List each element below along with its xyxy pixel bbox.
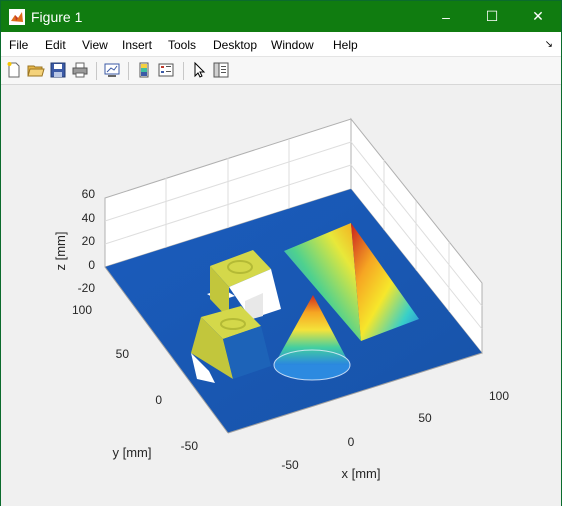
menu-insert[interactable]: Insert [122,38,152,52]
y-tick-label: 0 [155,393,162,407]
z-axis: 60 40 20 0 -20 z [mm] [53,187,95,295]
minimize-button[interactable]: – [423,1,469,32]
matlab-logo-icon [9,9,25,25]
edit-plot-icon[interactable] [190,61,208,79]
print-icon[interactable] [71,61,89,79]
toolbar-separator [96,62,97,80]
z-axis-label: z [mm] [53,232,68,271]
x-tick-label: 50 [418,411,432,425]
insert-legend-icon[interactable] [157,61,175,79]
y-tick-label: -50 [181,439,199,453]
x-axis-label: x [mm] [342,466,381,481]
insert-colorbar-icon[interactable] [135,61,153,79]
toolbar-separator [128,62,129,80]
toolbar [1,57,561,85]
link-plot-icon[interactable] [103,61,121,79]
x-tick-label: 0 [348,435,355,449]
maximize-icon: ☐ [485,8,499,24]
x-tick-label: -50 [281,458,299,472]
plot-area: 60 40 20 0 -20 z [mm] 100 50 0 -50 y [mm… [1,86,561,506]
maximize-button[interactable]: ☐ [469,1,515,32]
toolbar-separator [183,62,184,80]
x-tick-label: 100 [489,389,509,403]
z-tick-label: -20 [78,281,96,295]
menu-bar: File Edit View Insert Tools Desktop Wind… [1,32,561,57]
close-button[interactable]: ✕ [515,1,561,32]
new-figure-icon[interactable] [5,61,23,79]
menu-tools[interactable]: Tools [168,38,196,52]
property-inspector-icon[interactable] [212,61,230,79]
save-icon[interactable] [49,61,67,79]
z-tick-label: 60 [82,187,96,201]
menu-help[interactable]: Help [333,38,358,52]
menu-window[interactable]: Window [271,38,314,52]
figure-window: Figure 1 – ☐ ✕ File Edit View Insert Too… [0,0,562,506]
menu-overflow-icon[interactable]: ↘ [545,39,553,50]
y-axis-label: y [mm] [113,445,152,460]
window-title: Figure 1 [31,9,83,25]
menu-desktop[interactable]: Desktop [213,38,257,52]
minimize-icon: – [442,8,450,25]
z-tick-label: 40 [82,211,96,225]
menu-view[interactable]: View [82,38,108,52]
close-icon: ✕ [532,8,544,24]
menu-edit[interactable]: Edit [45,38,66,52]
menu-file[interactable]: File [9,38,28,52]
z-tick-label: 20 [82,234,96,248]
y-tick-label: 50 [116,347,130,361]
z-tick-label: 0 [88,258,95,272]
open-file-icon[interactable] [27,61,45,79]
surface-plot[interactable]: 60 40 20 0 -20 z [mm] 100 50 0 -50 y [mm… [1,86,561,506]
title-bar[interactable]: Figure 1 – ☐ ✕ [1,1,561,32]
y-tick-label: 100 [72,303,92,317]
